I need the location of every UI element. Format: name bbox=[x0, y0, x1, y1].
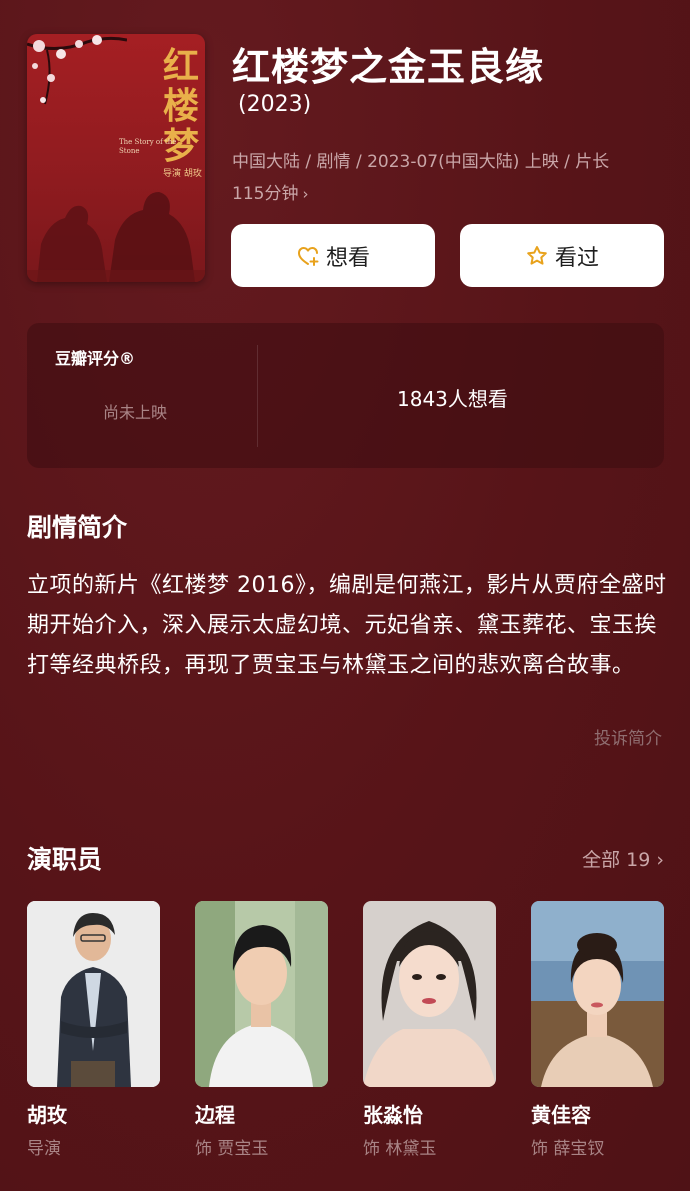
want-count: 1843人想看 bbox=[397, 387, 508, 411]
cast-photo-director bbox=[27, 901, 160, 1087]
meta-line-1: 中国大陆 / 剧情 / 2023-07(中国大陆) 上映 / 片长 bbox=[232, 152, 610, 172]
cast-name: 胡玫 bbox=[27, 1103, 67, 1127]
meta-runtime: 115分钟 bbox=[232, 184, 299, 204]
star-icon bbox=[527, 245, 547, 265]
meta-line-2: 115分钟 › bbox=[232, 178, 672, 210]
cast-heading: 演职员 bbox=[27, 845, 103, 874]
rating-card[interactable]: 豆瓣评分® 尚未上映 1843人想看 bbox=[27, 323, 664, 468]
cast-card[interactable]: 黄佳容 饰 薛宝钗 bbox=[531, 901, 664, 1159]
person-portrait bbox=[27, 901, 160, 1087]
cast-name: 边程 bbox=[195, 1103, 235, 1127]
watched-label: 看过 bbox=[554, 245, 599, 271]
synopsis-text: 立项的新片《红楼梦 2016》，编剧是何燕江，影片从贾府全盛时期开始介入，深入展… bbox=[27, 573, 667, 678]
cast-role: 饰 薛宝钗 bbox=[531, 1139, 605, 1159]
person-portrait bbox=[531, 901, 664, 1087]
movie-detail-page: 红楼梦 The Story of the Stone 导演 胡玫 红楼梦之金玉良… bbox=[0, 0, 690, 1191]
cast-view-all-link[interactable]: 全部 19 › bbox=[582, 845, 664, 872]
rating-divider bbox=[257, 345, 258, 447]
cast-photo-actress bbox=[531, 901, 664, 1087]
want-to-watch-button[interactable]: 想看 bbox=[231, 224, 435, 287]
cast-card[interactable]: 张淼怡 饰 林黛玉 bbox=[363, 901, 496, 1159]
chevron-right-icon: › bbox=[302, 185, 309, 203]
cast-name: 张淼怡 bbox=[363, 1103, 423, 1127]
cast-name: 黄佳容 bbox=[531, 1103, 591, 1127]
movie-meta[interactable]: 中国大陆 / 剧情 / 2023-07(中国大陆) 上映 / 片长 115分钟 › bbox=[232, 146, 672, 210]
person-portrait bbox=[195, 901, 328, 1087]
cast-role: 饰 贾宝玉 bbox=[195, 1139, 269, 1159]
cast-photo-actor bbox=[195, 901, 328, 1087]
report-synopsis-link[interactable]: 投诉简介 bbox=[594, 724, 662, 749]
cast-card[interactable]: 边程 饰 贾宝玉 bbox=[195, 901, 328, 1159]
want-to-watch-label: 想看 bbox=[325, 245, 370, 271]
poster-figures-silhouette bbox=[27, 192, 205, 282]
plum-blossom-decoration bbox=[27, 35, 127, 105]
movie-poster[interactable]: 红楼梦 The Story of the Stone 导演 胡玫 bbox=[27, 34, 205, 282]
heart-plus-icon bbox=[297, 246, 319, 266]
movie-year: (2023) bbox=[238, 92, 312, 117]
rating-status: 尚未上映 bbox=[103, 403, 168, 422]
synopsis-heading: 剧情简介 bbox=[27, 513, 128, 542]
cast-role: 导演 bbox=[27, 1139, 61, 1159]
cast-card[interactable]: 胡玫 导演 bbox=[27, 901, 160, 1159]
douban-rating-label: 豆瓣评分® bbox=[55, 349, 136, 368]
cast-photo-actress bbox=[363, 901, 496, 1087]
person-portrait bbox=[363, 901, 496, 1087]
movie-title: 红楼梦之金玉良缘 bbox=[232, 45, 545, 89]
watched-button[interactable]: 看过 bbox=[460, 224, 664, 287]
cast-role: 饰 林黛玉 bbox=[363, 1139, 437, 1159]
